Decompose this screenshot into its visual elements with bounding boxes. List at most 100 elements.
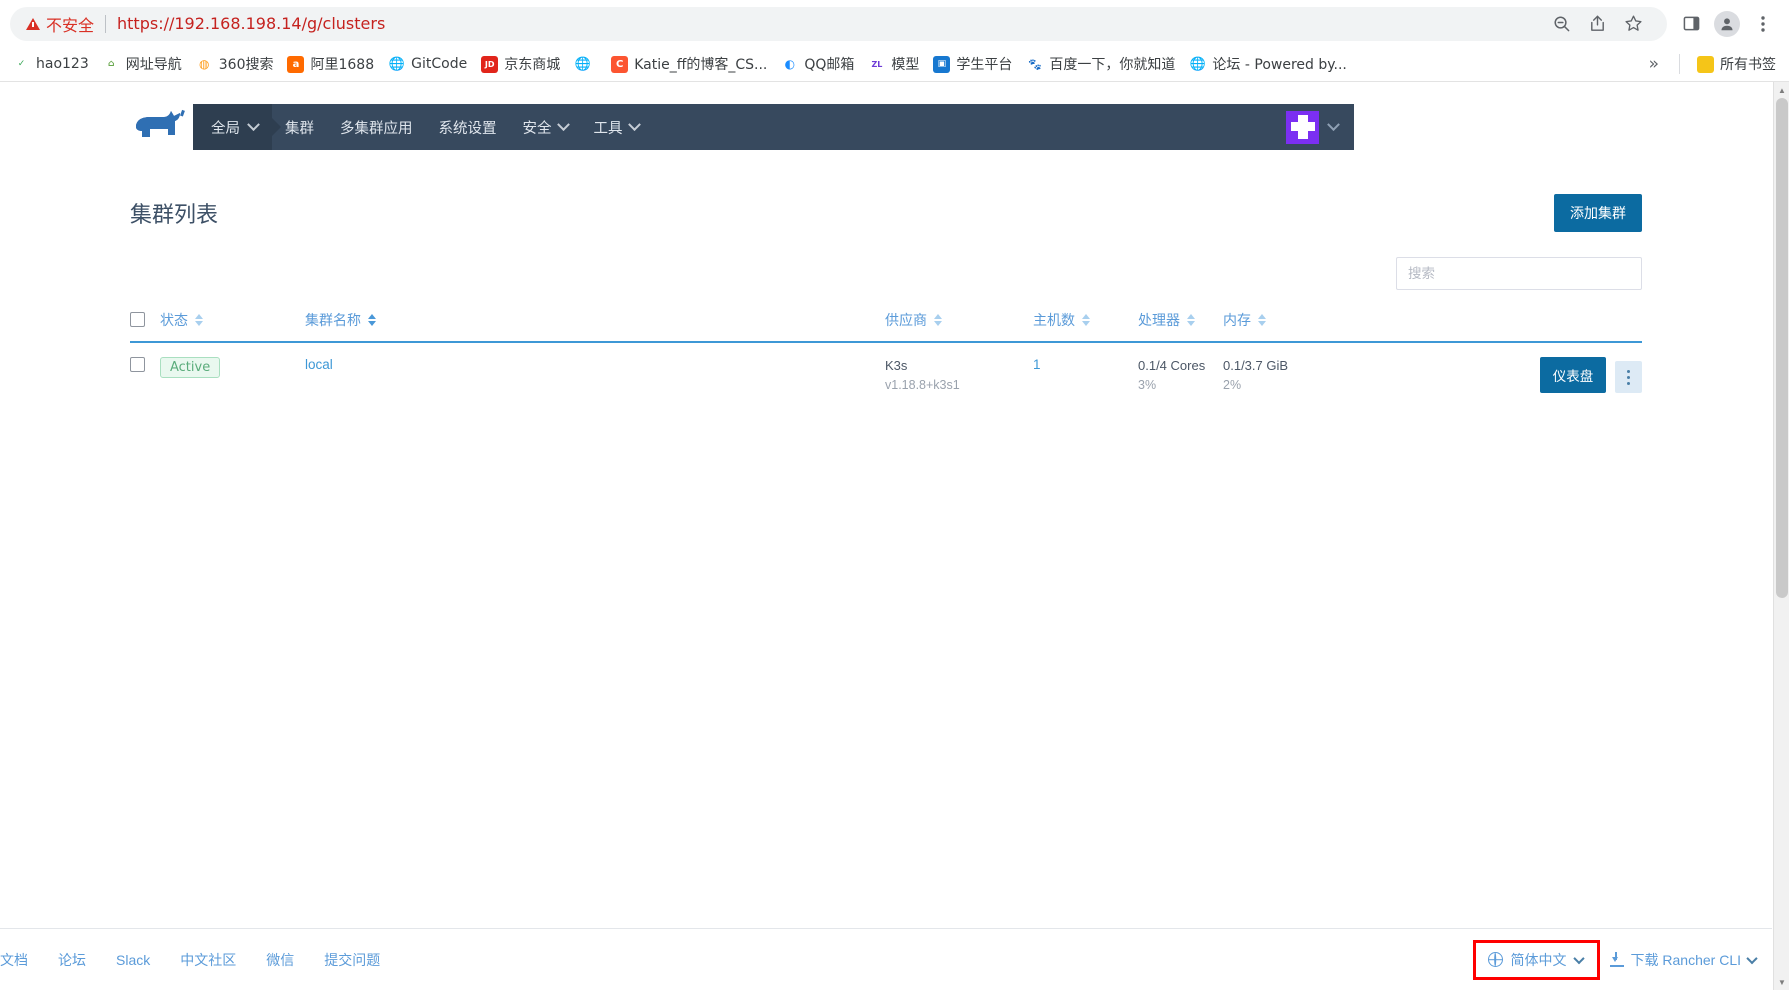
- select-all-checkbox[interactable]: [130, 312, 145, 327]
- column-header-node-count[interactable]: 主机数: [1033, 306, 1138, 343]
- star-icon[interactable]: [1615, 7, 1651, 41]
- rancher-cow-logo[interactable]: [130, 100, 193, 154]
- share-icon[interactable]: [1579, 7, 1615, 41]
- all-bookmarks-button[interactable]: 所有书签: [1690, 51, 1783, 77]
- row-nodes-cell: 1: [1033, 342, 1138, 410]
- bookmark-label: 网址导航: [125, 57, 182, 73]
- footer-links: 文档 论坛 Slack 中文社区 微信 提交问题: [0, 950, 380, 970]
- column-label: 处理器: [1138, 312, 1180, 328]
- bookmark-label: 论坛 - Powered by...: [1212, 57, 1347, 73]
- security-status-label[interactable]: 不安全: [46, 12, 94, 36]
- bookmark-item[interactable]: 🐾 百度一下，你就知道: [1019, 51, 1182, 77]
- footer-link-docs[interactable]: 文档: [0, 950, 28, 970]
- memory-percent: 2%: [1223, 377, 1242, 392]
- node-count-link[interactable]: 1: [1033, 357, 1041, 372]
- column-label: 状态: [160, 312, 188, 328]
- language-selector[interactable]: 简体中文: [1472, 939, 1600, 980]
- download-cli-button[interactable]: 下载 Rancher CLI: [1609, 950, 1758, 970]
- footer-link-forum[interactable]: 论坛: [58, 950, 86, 970]
- bookmark-item[interactable]: C Katie_ff的博客_CS...: [604, 51, 774, 77]
- status-badge: Active: [160, 357, 221, 378]
- column-header-cpu[interactable]: 处理器: [1138, 306, 1223, 343]
- 360-search-favicon: ◍: [195, 55, 213, 73]
- top-navigation: 全局 集群 多集群应用 系统设置 安全 工具: [0, 82, 1772, 154]
- bookmark-item[interactable]: a 阿里1688: [280, 51, 381, 77]
- search-row: [130, 257, 1642, 290]
- jd-favicon: JD: [481, 55, 499, 73]
- bookmark-label: 百度一下，你就知道: [1049, 57, 1176, 73]
- footer-link-chinese-community[interactable]: 中文社区: [180, 950, 236, 970]
- nav-item-security[interactable]: 安全: [510, 104, 581, 150]
- footer-link-wechat[interactable]: 微信: [266, 950, 294, 970]
- nav-item-multi-cluster-apps[interactable]: 多集群应用: [327, 104, 426, 150]
- nav-item-system-settings[interactable]: 系统设置: [426, 104, 510, 150]
- zoom-out-icon[interactable]: [1543, 7, 1579, 41]
- sort-icon[interactable]: [1258, 314, 1266, 326]
- bookmark-item[interactable]: ✓ hao123: [6, 53, 96, 76]
- bookmark-item[interactable]: JD 京东商城: [474, 51, 567, 77]
- sort-icon[interactable]: [1187, 314, 1195, 326]
- table-row[interactable]: Active local K3s v1.18.8+k3s1 1 0.1/4 Co…: [130, 342, 1642, 410]
- bookmark-label: 模型: [891, 57, 920, 73]
- nav-item-label: 系统设置: [438, 120, 497, 137]
- bookmark-item[interactable]: ▣ 学生平台: [926, 51, 1019, 77]
- nav-user-menu[interactable]: [1286, 104, 1354, 150]
- bookmark-item[interactable]: ZL 模型: [861, 51, 926, 77]
- omnibox-action-icons: [1543, 7, 1651, 41]
- footer-link-file-issue[interactable]: 提交问题: [324, 950, 380, 970]
- footer-link-slack[interactable]: Slack: [116, 952, 150, 968]
- column-header-memory[interactable]: 内存: [1223, 306, 1353, 343]
- kebab-menu-icon[interactable]: [1615, 361, 1642, 393]
- bookmark-item[interactable]: ◍ 360搜索: [189, 51, 281, 77]
- profile-avatar-icon[interactable]: [1709, 7, 1745, 41]
- bookmarks-overflow-button[interactable]: »: [1639, 54, 1669, 74]
- address-bar[interactable]: 不安全 https://192.168.198.14/g/clusters: [10, 6, 1667, 41]
- sort-icon[interactable]: [934, 314, 942, 326]
- nav-scope-selector[interactable]: 全局: [193, 104, 272, 150]
- column-header-cluster-name[interactable]: 集群名称: [305, 306, 885, 343]
- bookmarks-divider: [1679, 54, 1680, 74]
- nav-scope-label: 全局: [211, 120, 240, 137]
- scroll-up-arrow-icon[interactable]: ▲: [1774, 82, 1789, 98]
- bookmark-label: 学生平台: [956, 57, 1013, 73]
- alibaba-favicon: a: [287, 55, 305, 73]
- bookmark-label: GitCode: [411, 56, 468, 72]
- bookmark-item[interactable]: 🌐 论坛 - Powered by...: [1182, 51, 1353, 77]
- page-viewport: ▲ ▼ 全局 集群 多集群应用 系统设置 安全 工具 集群列表 添加集群 搜索 …: [0, 82, 1789, 990]
- sort-icon[interactable]: [368, 314, 376, 326]
- chrome-menu-icon[interactable]: [1745, 7, 1781, 41]
- cluster-name-link[interactable]: local: [305, 357, 333, 372]
- bookmark-item[interactable]: 🌐 GitCode: [381, 53, 474, 76]
- page-header: 集群列表 添加集群: [130, 154, 1642, 232]
- column-label: 内存: [1223, 312, 1251, 328]
- bookmark-label: 360搜索: [218, 57, 274, 73]
- vertical-scrollbar[interactable]: ▲ ▼: [1773, 82, 1789, 990]
- bookmark-item[interactable]: 🌐: [567, 53, 604, 76]
- omnibox-divider: [105, 14, 107, 33]
- chevron-down-icon: [627, 117, 641, 131]
- chevron-down-icon: [556, 117, 570, 131]
- nav-item-tools[interactable]: 工具: [581, 104, 652, 150]
- hao123-favicon: ✓: [13, 55, 30, 73]
- search-input[interactable]: [1396, 257, 1642, 290]
- row-actions-cell: 仪表盘: [1353, 342, 1642, 410]
- main-content: 集群列表 添加集群 搜索 状态 集群名称 供应商 主机数 处理器 内存 Acti…: [0, 154, 1772, 928]
- scrollbar-thumb[interactable]: [1776, 98, 1788, 598]
- bookmark-item[interactable]: ⌂ 网址导航: [96, 51, 189, 77]
- side-panel-icon[interactable]: [1673, 7, 1709, 41]
- bookmark-item[interactable]: ◐ QQ邮箱: [774, 51, 861, 77]
- dashboard-button[interactable]: 仪表盘: [1539, 357, 1607, 393]
- add-cluster-button[interactable]: 添加集群: [1554, 194, 1642, 232]
- download-cli-label: 下载 Rancher CLI: [1630, 951, 1741, 968]
- url-text[interactable]: https://192.168.198.14/g/clusters: [117, 14, 385, 33]
- sort-icon[interactable]: [1082, 314, 1090, 326]
- user-avatar-purple[interactable]: [1286, 110, 1319, 144]
- column-header-state[interactable]: 状态: [160, 306, 305, 343]
- sort-icon[interactable]: [195, 314, 203, 326]
- hao-nav-favicon: ⌂: [102, 55, 120, 73]
- column-header-provider[interactable]: 供应商: [885, 306, 1033, 343]
- row-checkbox[interactable]: [130, 357, 145, 372]
- scroll-down-arrow-icon[interactable]: ▼: [1774, 974, 1789, 990]
- column-header-actions: [1353, 306, 1642, 343]
- student-platform-favicon: ▣: [933, 55, 951, 73]
